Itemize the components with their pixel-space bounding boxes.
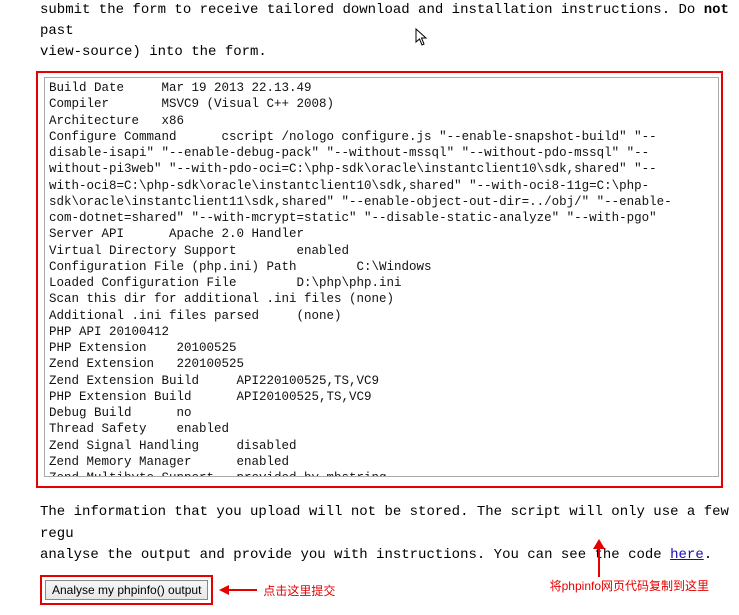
textarea-highlight-frame [36, 71, 723, 488]
intro-part2: past [40, 23, 74, 39]
annotation-left: 点击这里提交 [263, 582, 335, 599]
analyse-button[interactable]: Analyse my phpinfo() output [45, 580, 208, 600]
after-line2-p1: analyse the output and provide you with … [40, 547, 670, 563]
button-row: Analyse my phpinfo() output 点击这里提交 将phpi… [40, 575, 739, 605]
code-here-link[interactable]: here [670, 547, 704, 563]
annotation-right: 将phpinfo网页代码复制到这里 [550, 577, 709, 594]
intro-part1: submit the form to receive tailored down… [40, 2, 704, 18]
intro-bold: not [704, 2, 729, 18]
button-highlight-frame: Analyse my phpinfo() output [40, 575, 213, 605]
arrow-left-icon [219, 583, 259, 597]
after-line1: The information that you upload will not… [40, 504, 729, 542]
after-text: The information that you upload will not… [0, 494, 739, 575]
intro-line2: view-source) into the form. [40, 44, 267, 60]
intro-text: submit the form to receive tailored down… [0, 0, 739, 69]
phpinfo-textarea[interactable] [44, 77, 719, 477]
after-line2-p2: . [704, 547, 712, 563]
